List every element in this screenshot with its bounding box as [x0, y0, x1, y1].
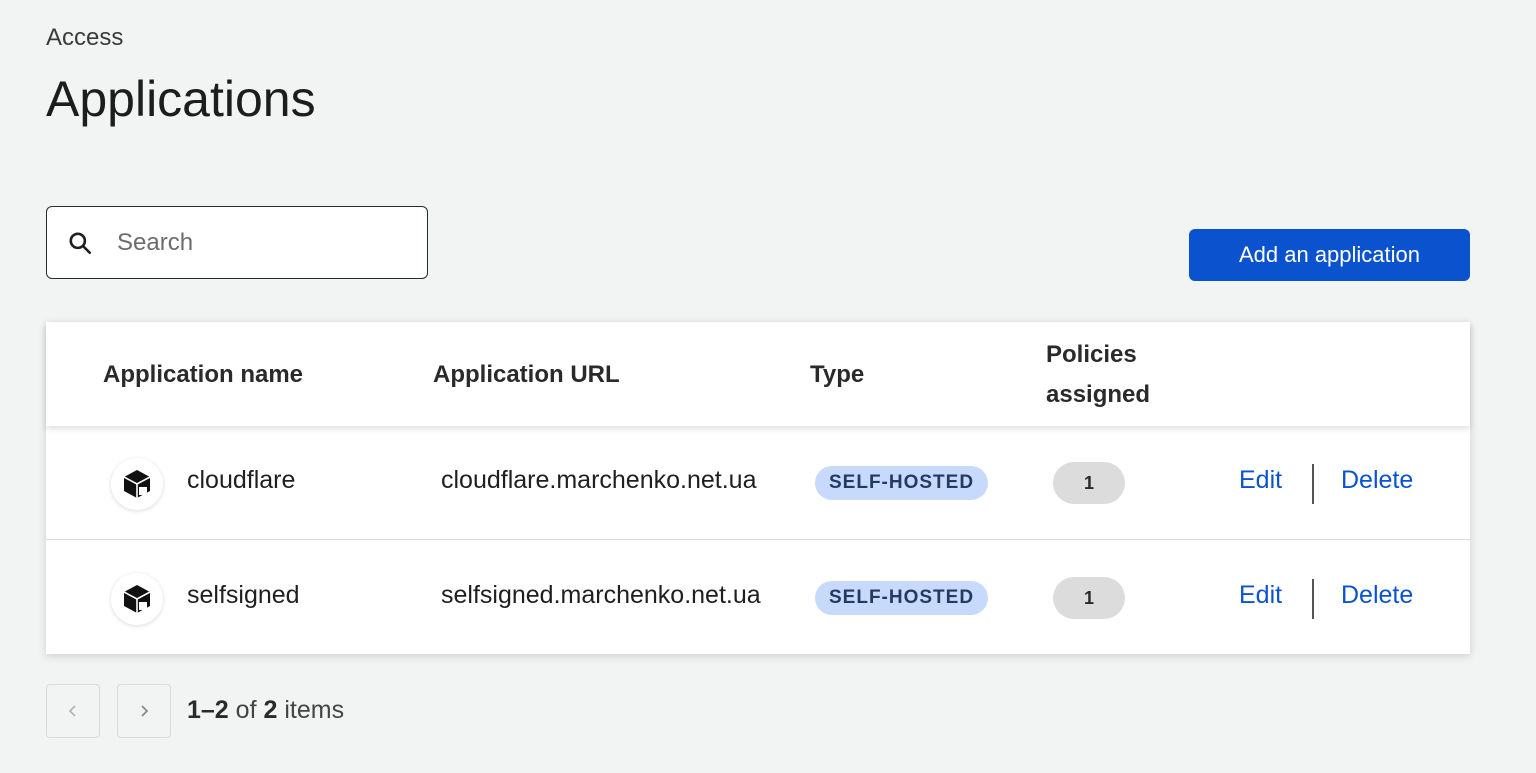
pagination-range: 1–2: [187, 696, 229, 724]
application-name[interactable]: cloudflare: [187, 466, 295, 495]
application-name[interactable]: selfsigned: [187, 581, 300, 610]
add-application-button[interactable]: Add an application: [1189, 229, 1470, 281]
breadcrumb: Access: [46, 24, 124, 51]
pagination-summary: 1–2 of 2 items: [187, 696, 344, 725]
next-page-button[interactable]: [117, 684, 171, 738]
pagination-items: items: [284, 696, 345, 724]
policies-count-badge: 1: [1053, 577, 1125, 619]
action-divider: [1312, 579, 1314, 619]
edit-link[interactable]: Edit: [1239, 466, 1282, 495]
edit-link[interactable]: Edit: [1239, 581, 1282, 610]
search-icon: [69, 231, 92, 254]
chevron-left-icon: [68, 705, 76, 717]
table-row: cloudflare cloudflare.marchenko.net.ua S…: [46, 426, 1470, 540]
column-header-url: Application URL: [433, 361, 620, 388]
delete-link[interactable]: Delete: [1341, 466, 1413, 495]
pagination-of: of: [235, 696, 257, 724]
table-row: selfsigned selfsigned.marchenko.net.ua S…: [46, 541, 1470, 654]
applications-table: Application name Application URL Type Po…: [46, 322, 1470, 654]
delete-link[interactable]: Delete: [1341, 581, 1413, 610]
column-header-type: Type: [810, 361, 865, 388]
application-url: cloudflare.marchenko.net.ua: [441, 466, 757, 494]
table-header: Application name Application URL Type Po…: [46, 322, 1470, 426]
search-box[interactable]: [46, 206, 428, 279]
policies-count-badge: 1: [1053, 462, 1125, 504]
type-badge: SELF-HOSTED: [815, 466, 989, 500]
pagination-total: 2: [263, 696, 278, 724]
application-url: selfsigned.marchenko.net.ua: [441, 581, 761, 609]
page-title: Applications: [46, 71, 316, 127]
search-input[interactable]: [115, 227, 399, 258]
column-header-policies: Policies assigned: [1046, 341, 1151, 408]
column-header-name: Application name: [103, 361, 304, 388]
chevron-right-icon: [141, 705, 149, 717]
cube-icon: [111, 573, 163, 625]
previous-page-button[interactable]: [46, 684, 100, 738]
cube-icon: [111, 458, 163, 510]
type-badge: SELF-HOSTED: [815, 581, 989, 615]
action-divider: [1312, 464, 1314, 504]
